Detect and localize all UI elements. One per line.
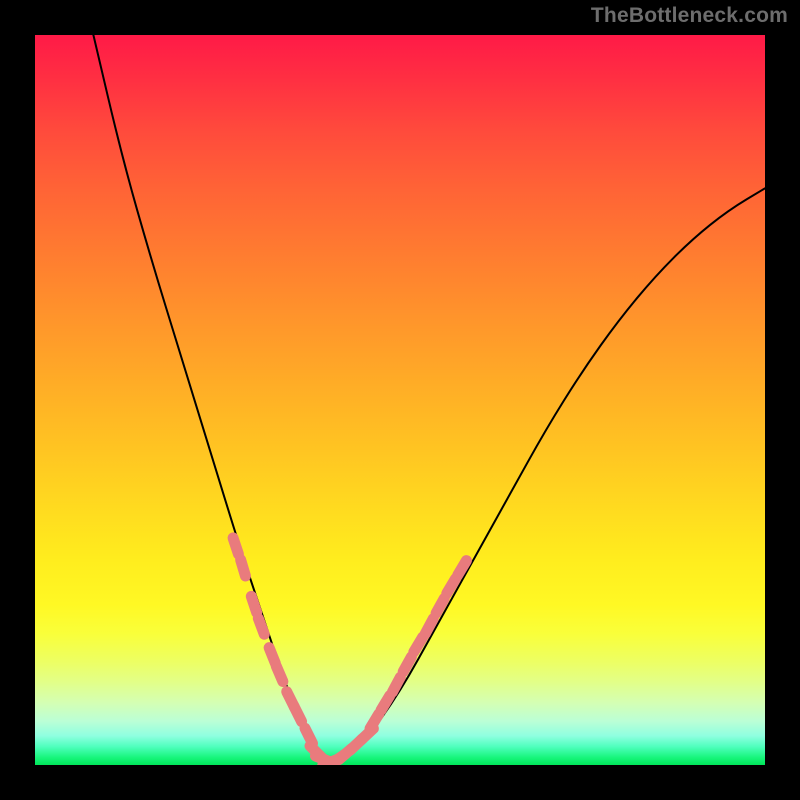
highlight-marker [458,561,467,576]
highlight-marker [233,538,238,554]
chart-container: TheBottleneck.com [0,0,800,800]
highlight-marker [241,560,246,576]
highlight-marker [381,696,390,711]
highlight-marker [414,637,423,652]
main-curve-line [93,35,765,763]
highlight-marker [258,618,264,634]
watermark-text: TheBottleneck.com [591,4,788,28]
highlight-markers [233,538,466,765]
chart-svg [35,35,765,765]
highlight-marker [447,579,456,594]
highlight-marker [425,619,433,634]
highlight-marker [276,666,283,682]
plot-area [35,35,765,765]
highlight-marker [251,596,256,612]
highlight-marker [403,657,411,672]
highlight-marker [370,714,379,729]
highlight-marker [392,677,400,692]
highlight-marker [294,706,302,721]
highlight-marker [436,598,444,613]
